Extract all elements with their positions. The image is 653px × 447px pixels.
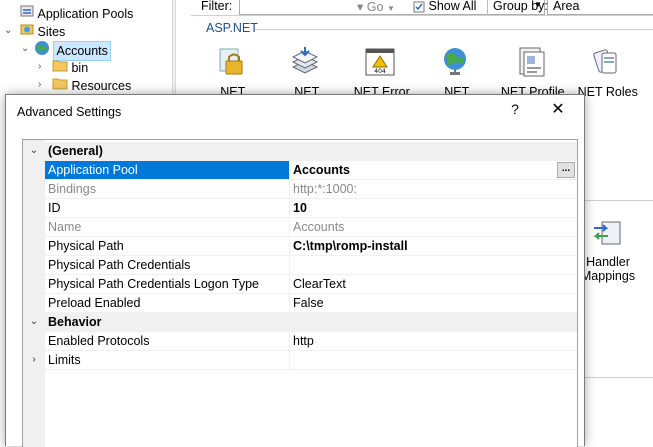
property-value[interactable]: False	[289, 294, 577, 313]
group-by-select[interactable]: Area	[547, 0, 653, 15]
feature-net-roles[interactable]: .NET Roles	[570, 43, 642, 99]
property-row-physical-path-credentials[interactable]: Physical Path Credentials	[23, 256, 577, 275]
chevron-right-icon[interactable]: ›	[26, 351, 42, 370]
feature-handler-mappings[interactable]: Handler Mappings	[578, 218, 638, 283]
sites-folder-icon	[20, 22, 34, 41]
chevron-down-icon[interactable]: ⌄	[4, 22, 12, 40]
property-value[interactable]: http	[289, 332, 577, 351]
svg-text:404: 404	[374, 68, 386, 75]
chevron-right-icon[interactable]: ›	[38, 58, 41, 76]
property-name[interactable]: Physical Path Credentials	[45, 256, 289, 275]
property-value[interactable]: http:*:1000:	[289, 180, 577, 199]
property-row-logon-type[interactable]: Physical Path Credentials Logon Type Cle…	[23, 275, 577, 294]
feature-net-error-pages[interactable]: 404 .NET Error	[344, 43, 416, 99]
property-row-limits[interactable]: › Limits	[23, 351, 577, 370]
dialog-title: Advanced Settings	[17, 105, 122, 119]
feature-net-profile[interactable]: .NET Profile	[495, 43, 567, 99]
property-name[interactable]: ID	[45, 199, 289, 218]
chevron-down-icon[interactable]: ⌄	[26, 142, 42, 161]
tree-item-accounts[interactable]: Accounts	[34, 40, 111, 61]
section-title: ASP.NET	[206, 21, 258, 35]
section-divider	[255, 29, 653, 30]
property-value[interactable]: Accounts	[289, 218, 577, 237]
error-page-icon: 404	[344, 43, 416, 81]
property-value[interactable]	[289, 351, 577, 370]
feature-net-globalization[interactable]: .NET	[419, 43, 491, 99]
profile-icon	[495, 43, 567, 81]
property-name[interactable]: Physical Path	[45, 237, 289, 256]
go-icon: ▾	[357, 0, 364, 14]
advanced-settings-dialog: Advanced Settings ? ✕ ⌄ (General) Applic…	[5, 94, 585, 447]
close-button[interactable]: ✕	[546, 99, 570, 121]
property-name[interactable]: Preload Enabled	[45, 294, 289, 313]
property-value[interactable]: Accounts ...	[289, 161, 577, 180]
browse-ellipsis-button[interactable]: ...	[557, 162, 575, 178]
chevron-down-icon[interactable]: ⌄	[26, 313, 42, 332]
tree-item-application-pools[interactable]: Application Pools	[20, 4, 133, 22]
property-value[interactable]	[289, 256, 577, 275]
help-button[interactable]: ?	[506, 101, 524, 117]
property-row-application-pool[interactable]: Application Pool Accounts ...	[23, 161, 577, 180]
go-button[interactable]: ▾ Go ▼	[357, 0, 395, 14]
dropdown-arrow-icon: ▼	[386, 4, 395, 13]
folder-icon	[52, 76, 68, 95]
app-pools-icon	[20, 4, 34, 23]
handler-icon	[578, 218, 638, 251]
property-name[interactable]: Physical Path Credentials Logon Type	[45, 275, 289, 294]
roles-icon	[570, 43, 642, 81]
tree-item-resources[interactable]: Resources	[52, 76, 131, 94]
tree-item-sites[interactable]: Sites	[20, 22, 65, 40]
show-all-button[interactable]: Show All	[413, 0, 476, 13]
feature-net-compilation[interactable]: .NET	[269, 43, 341, 99]
property-row-bindings[interactable]: Bindings http:*:1000:	[23, 180, 577, 199]
property-value[interactable]: 10	[289, 199, 577, 218]
category-general[interactable]: ⌄ (General)	[23, 142, 577, 161]
show-all-icon	[413, 0, 428, 13]
property-name[interactable]: Bindings	[45, 180, 289, 199]
close-icon: ✕	[551, 101, 565, 118]
globe-icon	[419, 43, 491, 81]
section-divider	[578, 377, 653, 378]
chevron-right-icon[interactable]: ›	[38, 76, 41, 94]
property-row-id[interactable]: ID 10	[23, 199, 577, 218]
property-grid: ⌄ (General) Application Pool Accounts ..…	[22, 139, 578, 447]
property-row-physical-path[interactable]: Physical Path C:\tmp\romp-install	[23, 237, 577, 256]
toolbar-separator	[487, 0, 488, 15]
property-row-enabled-protocols[interactable]: Enabled Protocols http	[23, 332, 577, 351]
stack-icon	[269, 43, 341, 81]
filter-toolbar: Filter: ▼ ▾ Go ▼ Show All Group by: Area	[191, 0, 653, 16]
property-name[interactable]: Limits	[45, 351, 289, 370]
lock-icon	[195, 43, 267, 81]
folder-icon	[52, 58, 68, 77]
property-value[interactable]: ClearText	[289, 275, 577, 294]
property-name[interactable]: Name	[45, 218, 289, 237]
globe-icon	[34, 40, 50, 61]
property-row-name[interactable]: Name Accounts	[23, 218, 577, 237]
category-behavior[interactable]: ⌄ Behavior	[23, 313, 577, 332]
property-row-preload-enabled[interactable]: Preload Enabled False	[23, 294, 577, 313]
property-value[interactable]: C:\tmp\romp-install	[289, 237, 577, 256]
property-name[interactable]: Application Pool	[45, 161, 289, 180]
tree-item-bin[interactable]: bin	[52, 58, 88, 76]
section-divider	[578, 200, 653, 201]
property-name[interactable]: Enabled Protocols	[45, 332, 289, 351]
feature-net-authorization[interactable]: .NET	[195, 43, 267, 99]
chevron-down-icon[interactable]: ⌄	[21, 40, 29, 58]
